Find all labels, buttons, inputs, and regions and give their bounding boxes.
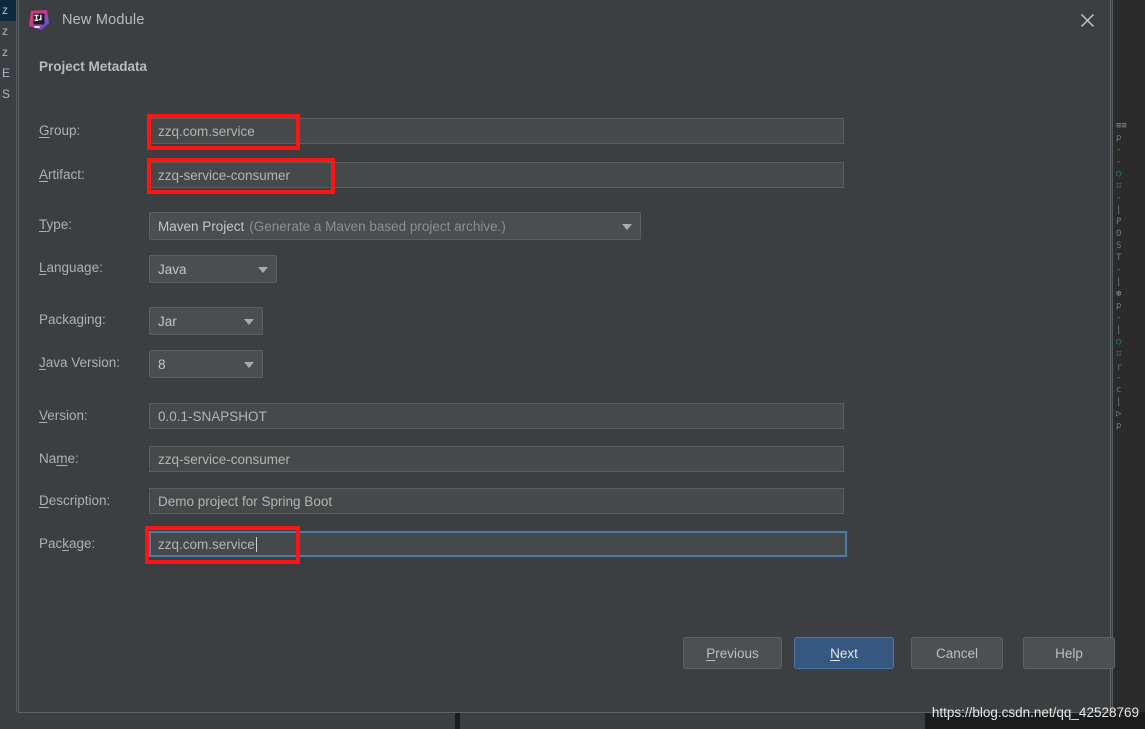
minimap-line: - (1116, 157, 1122, 167)
minimap-line: | (1116, 277, 1122, 287)
field-label-group: Group: (39, 123, 81, 138)
field-label-packaging: Packaging: (39, 312, 106, 327)
minimap-line: T (1116, 253, 1122, 263)
description-input-value: Demo project for Spring Boot (158, 493, 333, 509)
chevron-down-icon[interactable] (244, 319, 254, 325)
version-input-value: 0.0.1-SNAPSHOT (158, 408, 267, 424)
form-row-language: Language: Java (39, 255, 1090, 283)
project-tree-item[interactable]: z (0, 21, 16, 42)
form-row-packaging: Packaging: Jar (39, 307, 1090, 335)
minimap-line: ○ (1116, 169, 1122, 179)
form-row-package: Package: zzq.com.service (39, 526, 1090, 564)
language-dropdown[interactable]: Java (149, 255, 277, 283)
group-input-value: zzq.com.service (158, 123, 255, 139)
form-row-name: Name: zzq-service-consumer (39, 446, 1090, 472)
minimap-line: p (1116, 421, 1122, 431)
minimap-line: O (1116, 229, 1122, 239)
java-version-dropdown-value: 8 (158, 356, 166, 372)
name-input[interactable]: zzq-service-consumer (149, 446, 844, 472)
help-button[interactable]: Help (1023, 637, 1115, 669)
project-tree-item[interactable]: E (0, 63, 16, 84)
name-input-value: zzq-service-consumer (158, 451, 291, 467)
dialog-titlebar: New Module (19, 0, 1110, 40)
minimap-line: ▷ (1116, 409, 1122, 419)
minimap-line: | (1116, 325, 1122, 335)
artifact-input[interactable]: zzq-service-consumer (149, 162, 844, 188)
field-label-type: Type: (39, 217, 73, 232)
dialog-body: Project Metadata Group: zzq.com.service Ar… (19, 40, 1110, 673)
intellij-idea-icon (28, 9, 50, 31)
form-row-type: Type: Maven Project (Generate a Maven base… (39, 212, 1090, 240)
minimap-line: S (1116, 241, 1122, 251)
minimap-spacer (1113, 0, 1145, 120)
project-tree-item[interactable]: z (0, 0, 16, 21)
minimap-line: - (1116, 373, 1122, 383)
language-dropdown-value: Java (158, 261, 187, 277)
packaging-dropdown-value: Jar (158, 313, 177, 329)
page-title: Project Metadata (39, 59, 148, 74)
java-version-dropdown[interactable]: 8 (149, 350, 263, 378)
form-row-group: Group: zzq.com.service (39, 114, 1090, 150)
field-label-description: Description: (39, 493, 111, 508)
minimap-line: ❇ (1116, 289, 1122, 299)
package-input-value: zzq.com.service (158, 536, 255, 552)
project-tree-panel[interactable]: zzzES (0, 0, 17, 712)
group-input[interactable]: zzq.com.service (149, 118, 844, 144)
packaging-dropdown[interactable]: Jar (149, 307, 263, 335)
field-label-language: Language: (39, 260, 103, 275)
minimap-line: | (1116, 397, 1122, 407)
chevron-down-icon[interactable] (258, 267, 268, 273)
type-dropdown[interactable]: Maven Project (Generate a Maven based pro… (149, 212, 641, 240)
package-input[interactable]: zzq.com.service (149, 531, 847, 557)
new-module-dialog: New Module Project Metadata Group: zzq.co… (18, 0, 1115, 713)
field-label-java-version: Java Version: (39, 355, 121, 370)
minimap-line: - (1116, 265, 1122, 275)
field-label-version: Version: (39, 408, 88, 423)
minimap-line: | (1116, 205, 1122, 215)
type-dropdown-value: Maven Project (158, 218, 245, 234)
field-label-name: Name: (39, 451, 79, 466)
status-bar-segment (0, 712, 455, 729)
field-label-package: Package: (39, 536, 96, 551)
text-caret (255, 536, 257, 552)
next-button[interactable]: Next (794, 637, 894, 669)
minimap-line: ○ (1116, 337, 1122, 347)
chevron-down-icon[interactable] (622, 224, 632, 230)
close-icon[interactable] (1064, 0, 1110, 40)
minimap-line: ┌ (1116, 361, 1122, 371)
field-label-artifact: Artifact: (39, 167, 85, 182)
form-row-description: Description: Demo project for Spring Boot (39, 488, 1090, 514)
dialog-button-bar: Previous Next Cancel Help (19, 632, 1115, 712)
cancel-button[interactable]: Cancel (911, 637, 1003, 669)
minimap-line: - (1116, 145, 1122, 155)
version-input[interactable]: 0.0.1-SNAPSHOT (149, 403, 844, 429)
minimap-line: - (1116, 313, 1122, 323)
watermark-text: https://blog.csdn.net/qq_42528769 (931, 705, 1139, 720)
minimap-line: ∷ (1116, 181, 1122, 191)
description-input[interactable]: Demo project for Spring Boot (149, 488, 844, 514)
minimap-line: ≡≡ (1116, 121, 1127, 131)
project-tree-item[interactable]: S (0, 84, 16, 105)
artifact-input-value: zzq-service-consumer (158, 167, 291, 183)
editor-minimap-panel[interactable]: ≡≡ p - - ○ ∷ - | P O S T - | ❇ p - | ○ ∷ ┌ - c | ▷ p (1112, 0, 1145, 712)
minimap-line: p (1116, 133, 1122, 143)
minimap-line: - (1116, 193, 1122, 203)
minimap-line: P (1116, 217, 1122, 227)
type-dropdown-hint: (Generate a Maven based project archive.… (249, 218, 506, 234)
status-bar-segment (460, 712, 925, 729)
previous-button[interactable]: Previous (683, 637, 782, 669)
form-row-artifact: Artifact: zzq-service-consumer (39, 158, 1090, 194)
project-tree-item[interactable]: z (0, 42, 16, 63)
chevron-down-icon[interactable] (244, 362, 254, 368)
dialog-title: New Module (62, 12, 145, 28)
form-row-java-version: Java Version: 8 (39, 350, 1090, 378)
minimap-line: p (1116, 301, 1122, 311)
minimap-line: ∷ (1116, 349, 1122, 359)
minimap-line: c (1116, 385, 1122, 395)
form-row-version: Version: 0.0.1-SNAPSHOT (39, 403, 1090, 429)
